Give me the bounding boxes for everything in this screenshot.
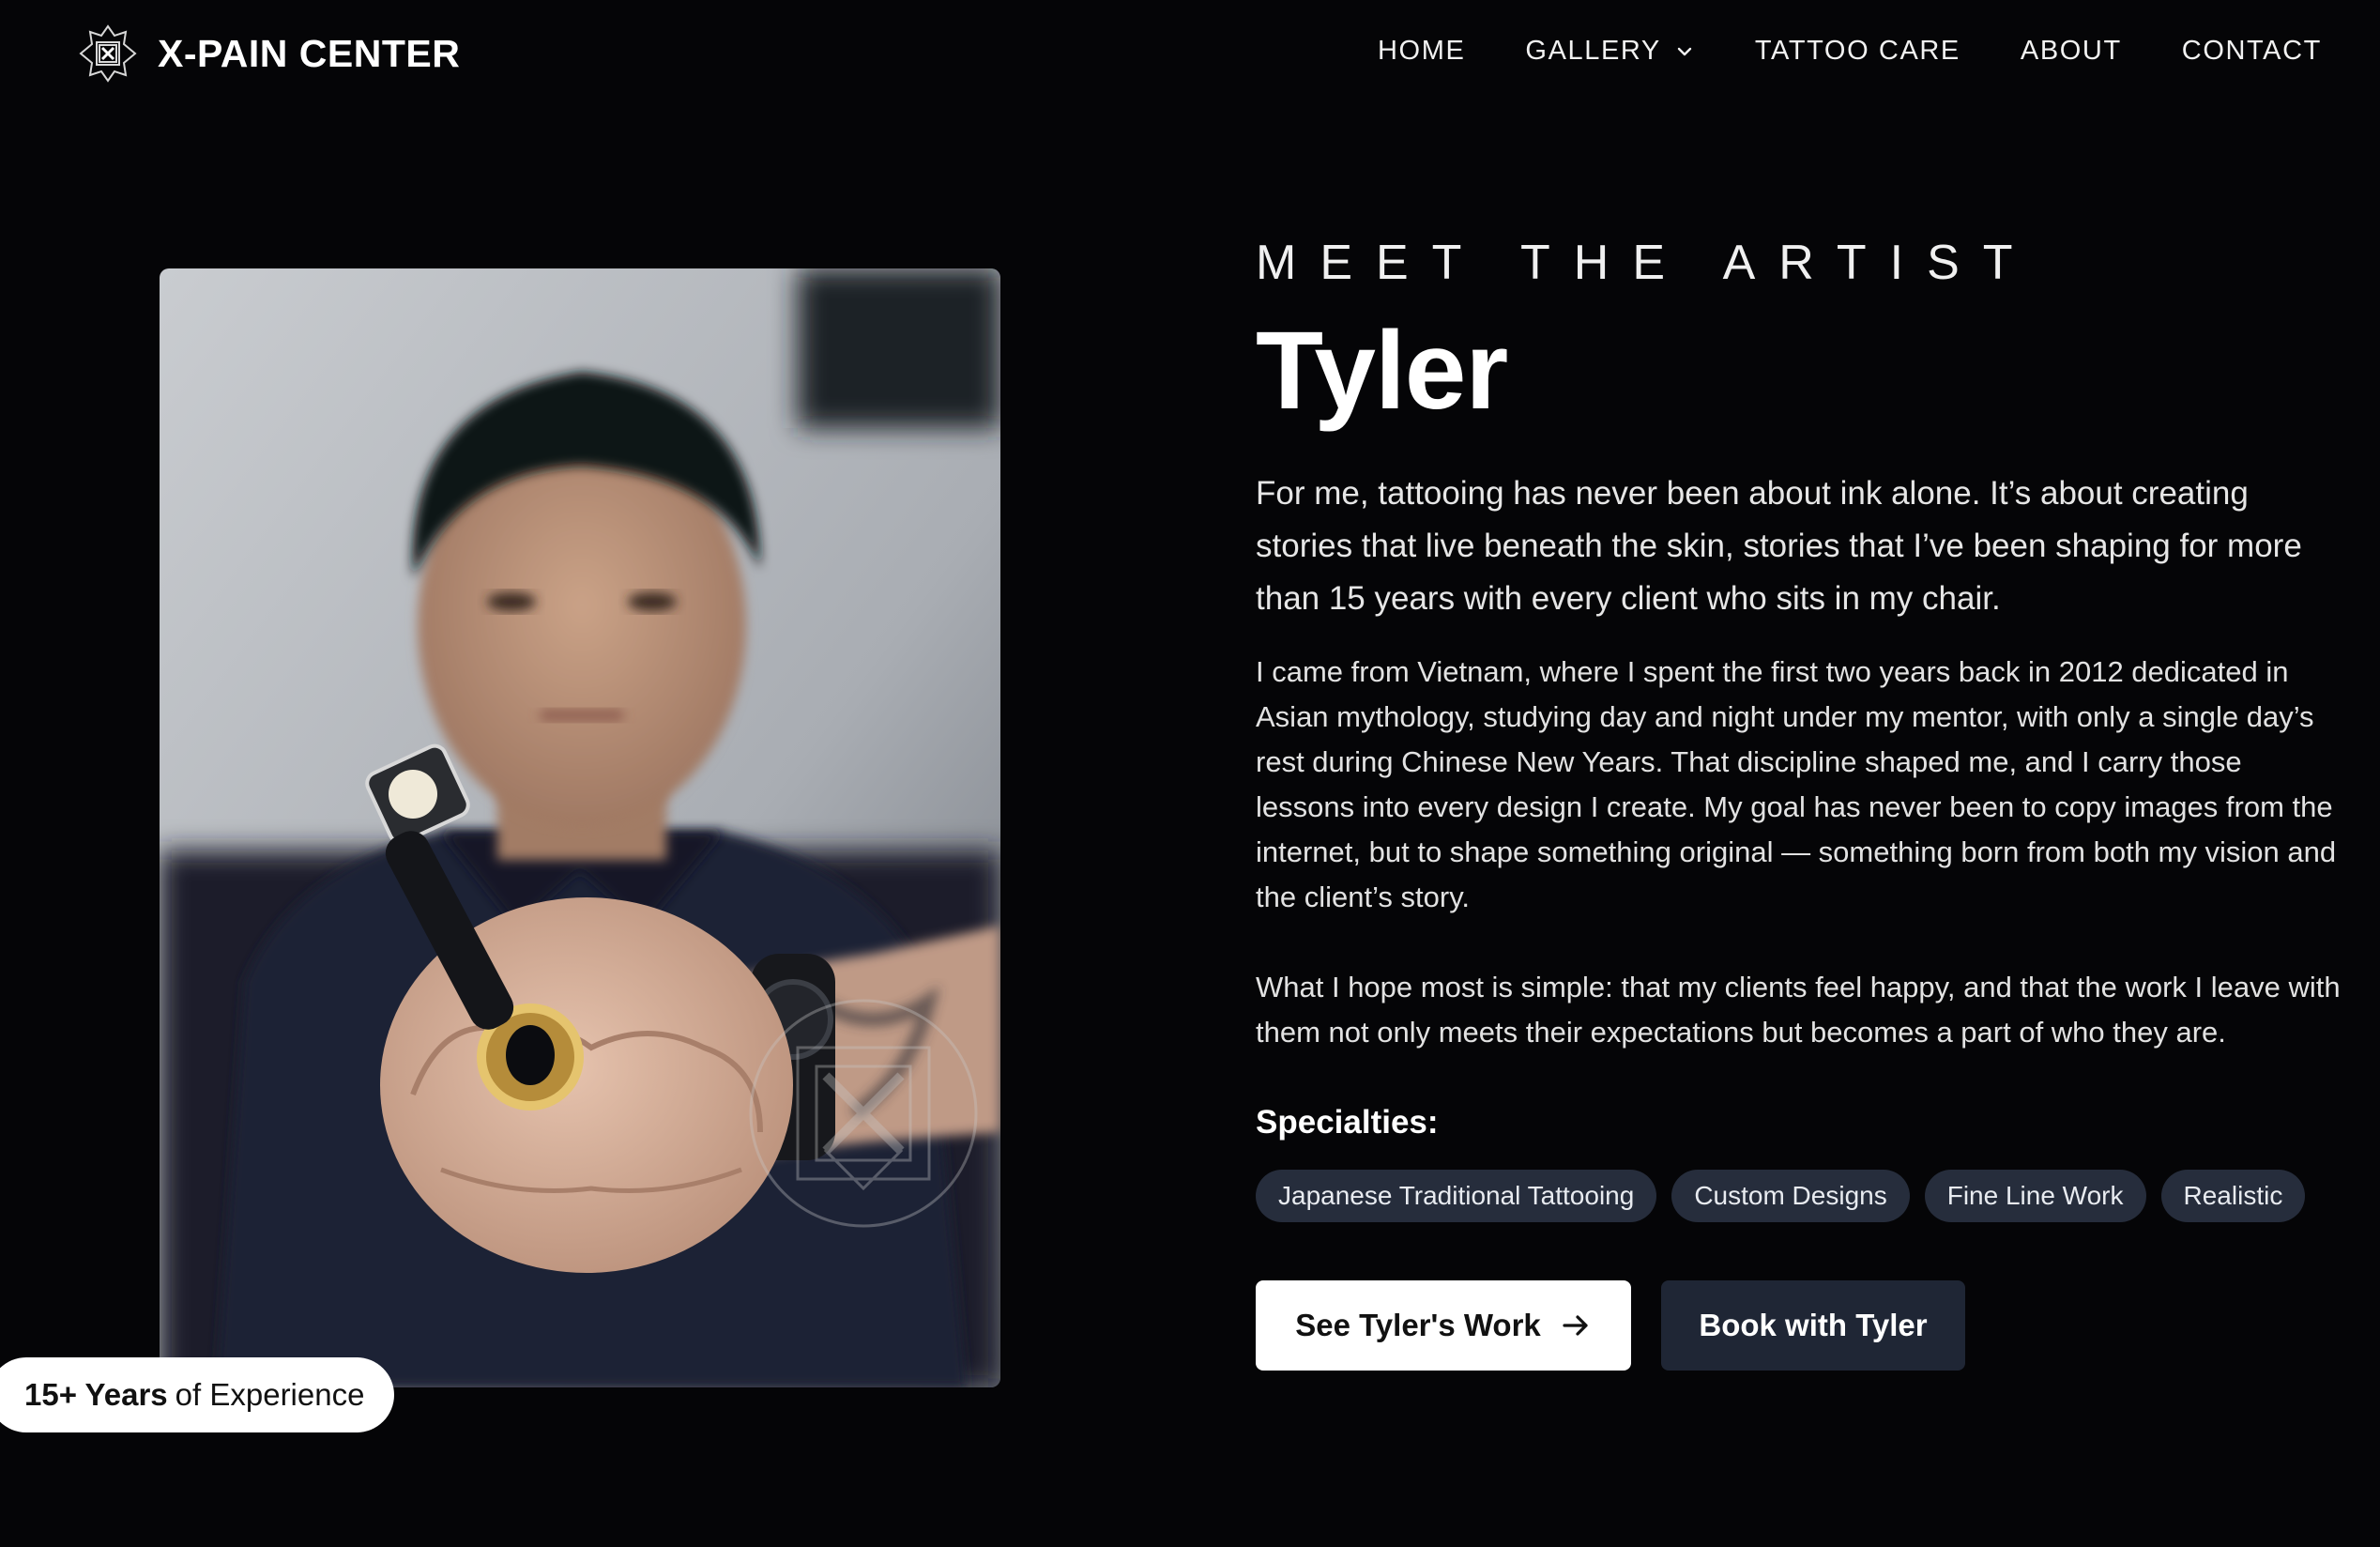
- nav-item-label: CONTACT: [2181, 36, 2322, 66]
- experience-badge: 15+ Years of Experience: [0, 1357, 395, 1432]
- specialty-chip[interactable]: Fine Line Work: [1924, 1170, 2146, 1222]
- nav-item-label: ABOUT: [2020, 36, 2122, 66]
- specialties-list: Japanese Traditional Tattooing Custom De…: [1256, 1170, 2344, 1222]
- bio-paragraph: What I hope most is simple: that my clie…: [1256, 971, 2341, 1049]
- site-header: X-PAIN CENTER HOME GALLERY TATTOO CARE A…: [0, 0, 2380, 111]
- x-emblem-logo-icon: [75, 21, 141, 86]
- specialty-chip[interactable]: Japanese Traditional Tattooing: [1256, 1170, 1657, 1222]
- nav-item-label: HOME: [1378, 36, 1466, 66]
- nav-item-label: GALLERY: [1525, 36, 1661, 66]
- see-work-button[interactable]: See Tyler's Work: [1256, 1280, 1631, 1371]
- artist-bio-section: MEET THE ARTIST Tyler For me, tattooing …: [1256, 225, 2344, 1371]
- artist-page: X-PAIN CENTER HOME GALLERY TATTOO CARE A…: [0, 0, 2380, 1547]
- chevron-down-icon: [1674, 41, 1695, 62]
- bio-paragraph: I came from Vietnam, where I spent the f…: [1256, 655, 2337, 913]
- specialties-title: Specialties:: [1256, 1104, 1439, 1141]
- nav-item-home[interactable]: HOME: [1378, 36, 1465, 67]
- artist-name: Tyler: [1256, 309, 1508, 433]
- specialty-chip[interactable]: Custom Designs: [1671, 1170, 1910, 1222]
- nav-item-contact[interactable]: CONTACT: [2182, 36, 2322, 67]
- brand-home-link[interactable]: X-PAIN CENTER: [75, 21, 460, 86]
- book-button[interactable]: Book with Tyler: [1661, 1280, 1965, 1371]
- experience-label: of Experience: [175, 1377, 365, 1412]
- nav-item-about[interactable]: ABOUT: [2021, 36, 2122, 67]
- book-label: Book with Tyler: [1699, 1308, 1928, 1342]
- nav-item-tattoo-care[interactable]: TATTOO CARE: [1755, 36, 1960, 67]
- nav-item-gallery[interactable]: GALLERY: [1525, 36, 1694, 67]
- specialty-chip[interactable]: Realistic: [2160, 1170, 2306, 1222]
- brand-name: X-PAIN CENTER: [158, 31, 461, 75]
- experience-years: 15+ Years: [24, 1377, 168, 1412]
- nav-item-label: TATTOO CARE: [1754, 36, 1960, 66]
- artist-photo: [160, 268, 1000, 1387]
- bio-lead: For me, tattooing has never been about i…: [1256, 475, 2302, 617]
- arrow-right-icon: [1560, 1310, 1592, 1341]
- cta-buttons: See Tyler's Work Book with Tyler: [1256, 1280, 2344, 1371]
- main-nav: HOME GALLERY TATTOO CARE ABOUT CONTACT: [1318, 36, 2322, 67]
- section-eyebrow: MEET THE ARTIST: [1256, 236, 2037, 290]
- see-work-label: See Tyler's Work: [1295, 1308, 1541, 1342]
